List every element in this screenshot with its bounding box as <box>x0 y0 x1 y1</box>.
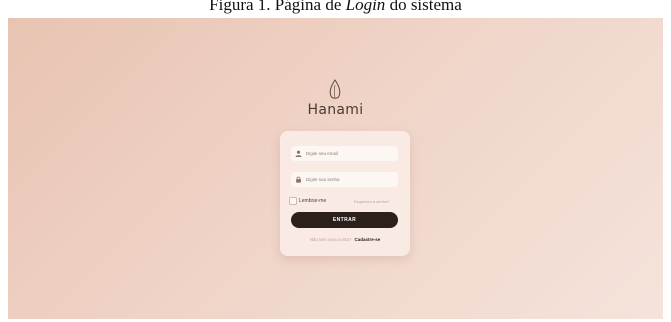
lock-icon <box>296 176 301 183</box>
remember-me-checkbox[interactable] <box>289 197 297 205</box>
login-screen: Hanami Digite seu email Digite sua senha… <box>8 18 663 319</box>
figure-caption: Figura 1. Página de Login do sistema <box>0 0 671 16</box>
email-placeholder: Digite seu email <box>306 151 339 156</box>
forgot-password-link[interactable]: Esqueceu a senha? <box>354 199 389 204</box>
caption-suffix: do sistema <box>385 0 462 14</box>
caption-emphasis: Login <box>345 0 386 14</box>
signup-link[interactable]: Cadastre-se <box>355 237 381 242</box>
signup-row: Não tem uma conta? Cadastre-se <box>280 237 410 242</box>
password-placeholder: Digite sua senha <box>306 177 340 182</box>
user-icon <box>295 150 302 157</box>
signup-question: Não tem uma conta? <box>309 237 352 242</box>
brand-name: Hanami <box>307 102 364 118</box>
login-button[interactable]: ENTRAR <box>291 212 398 228</box>
password-field[interactable]: Digite sua senha <box>291 172 398 187</box>
caption-prefix: Figura 1. Página de <box>209 0 346 14</box>
email-field[interactable]: Digite seu email <box>291 146 398 161</box>
leaf-logo-icon <box>329 79 341 99</box>
remember-me-option[interactable]: Lembrar-me <box>289 197 326 205</box>
remember-me-label: Lembrar-me <box>299 198 327 204</box>
login-card: Digite seu email Digite sua senha Lembra… <box>280 131 410 256</box>
